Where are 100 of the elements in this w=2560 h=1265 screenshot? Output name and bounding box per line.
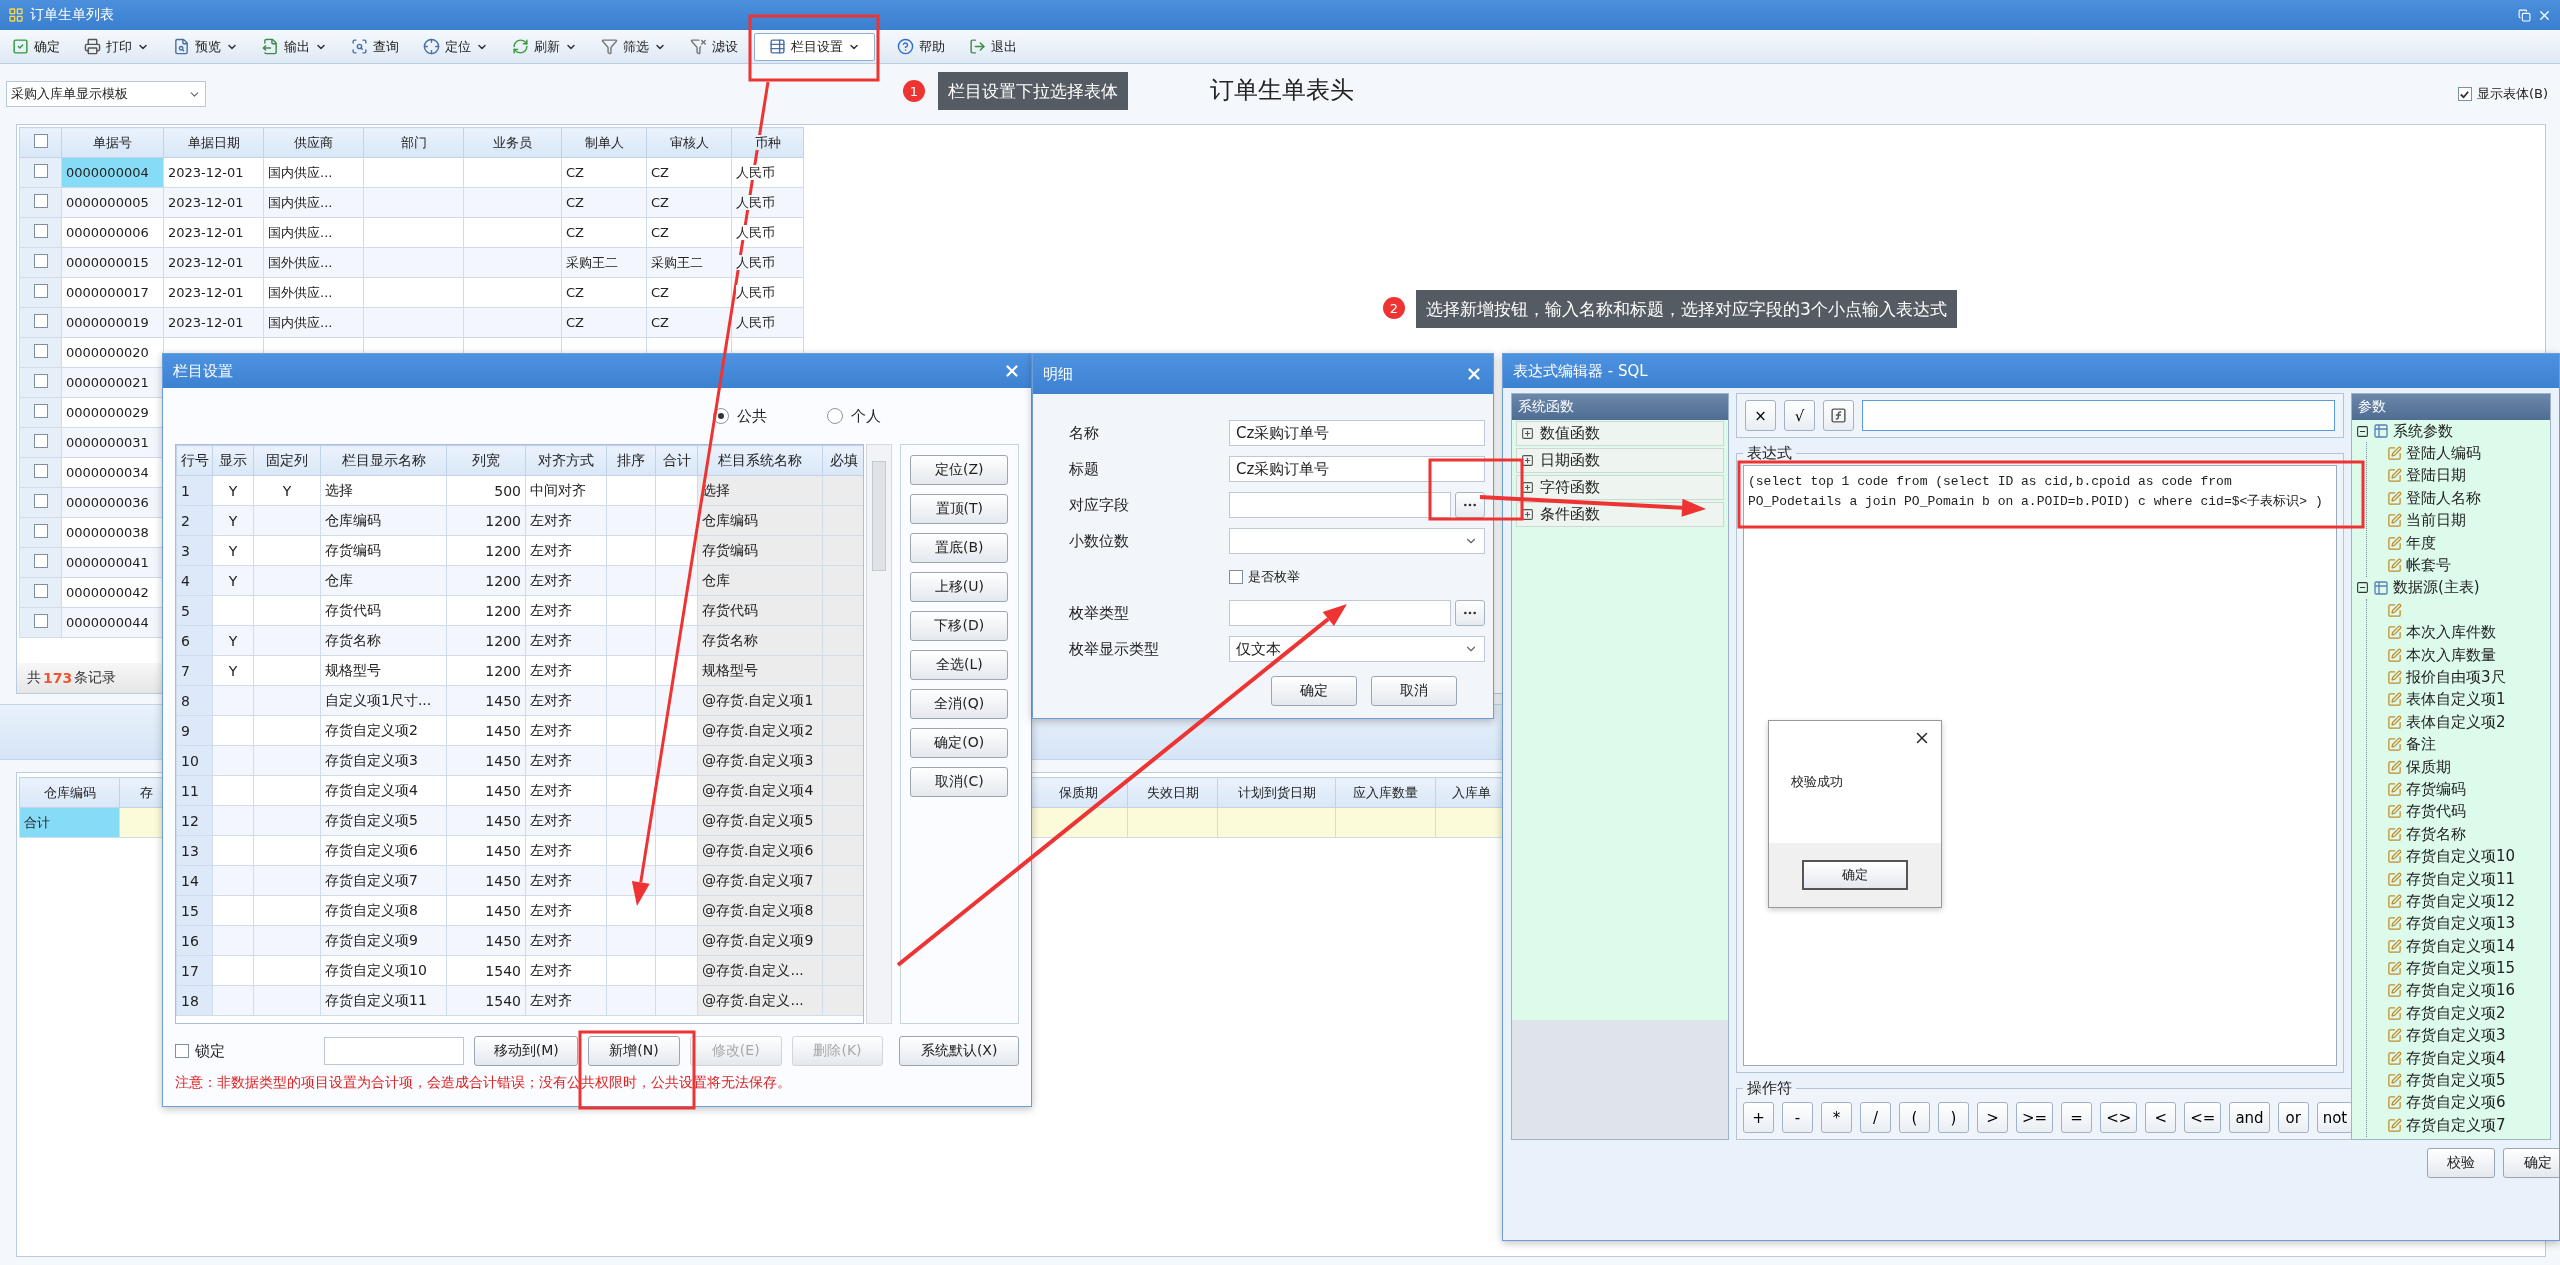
tree-item[interactable]: 登陆日期	[2406, 466, 2466, 486]
function-group[interactable]: 日期函数	[1516, 448, 1724, 473]
tree-item[interactable]: 存货自定义项2	[2406, 1003, 2506, 1023]
function-button[interactable]	[1823, 400, 1854, 431]
table-cell[interactable]: 0000000017	[61, 277, 164, 308]
restore-icon[interactable]	[2518, 8, 2531, 22]
checkbox[interactable]	[33, 494, 48, 508]
text-field[interactable]: Cz采购订单号	[1229, 456, 1485, 482]
toolbar-button[interactable]: 退出	[961, 32, 1025, 61]
function-group[interactable]: 数值函数	[1516, 421, 1724, 446]
template-dropdown[interactable]: 采购入库单显示模板	[6, 81, 206, 107]
tree-item[interactable]: 存货自定义项14	[2406, 936, 2516, 956]
dialog-button[interactable]: 移动到(M)	[474, 1036, 579, 1066]
tree-item[interactable]: 表体自定义项2	[2406, 712, 2506, 732]
table-cell[interactable]: 0000000019	[61, 307, 164, 338]
table-cell[interactable]: 0000000036	[61, 487, 164, 518]
dialog-button[interactable]: 定位(Z)	[910, 455, 1009, 485]
checkbox[interactable]	[33, 404, 48, 418]
dialog-button[interactable]: 系统默认(X)	[899, 1036, 1019, 1066]
operator-button[interactable]: *	[1821, 1102, 1852, 1133]
browse-button[interactable]	[1455, 492, 1485, 518]
operator-button[interactable]: (	[1899, 1102, 1930, 1133]
table-cell[interactable]: 0000000005	[61, 187, 164, 218]
dropdown-field[interactable]: 仅文本	[1229, 636, 1485, 662]
checkbox[interactable]	[33, 434, 48, 448]
dialog-button[interactable]: 新增(N)	[588, 1036, 680, 1066]
toolbar-button[interactable]: 刷新	[504, 32, 585, 61]
dialog-button[interactable]: 确定	[2503, 1148, 2559, 1178]
operator-button[interactable]: >=	[2016, 1102, 2054, 1133]
operator-button[interactable]: =	[2061, 1102, 2093, 1133]
tree-item[interactable]: 本次入库件数	[2406, 623, 2496, 643]
dialog-button[interactable]: 校验	[2427, 1148, 2495, 1178]
checkbox[interactable]	[33, 464, 48, 478]
tree-item[interactable]: 报价自由项3尺	[2406, 668, 2506, 687]
dialog-button[interactable]: 全消(Q)	[910, 689, 1009, 719]
tree-item[interactable]: 存货自定义项7	[2406, 1115, 2506, 1135]
dialog-button[interactable]: 置底(B)	[910, 533, 1009, 563]
tree-item[interactable]: 数据源(主表)	[2393, 578, 2480, 598]
text-field[interactable]: Cz采购订单号	[1229, 420, 1485, 446]
function-group[interactable]: 字符函数	[1516, 475, 1724, 500]
table-cell[interactable]: 0000000004	[61, 157, 164, 188]
toolbar-button[interactable]: 预览	[165, 32, 246, 61]
tree-item[interactable]: 存货自定义项6	[2406, 1093, 2506, 1113]
tree-item[interactable]: 存货自定义项12	[2406, 891, 2516, 911]
checkbox[interactable]	[33, 164, 48, 178]
tree-item[interactable]: 存货编码	[2406, 779, 2466, 799]
table-cell[interactable]: 0000000041	[61, 547, 164, 578]
table-cell[interactable]: 0000000021	[61, 367, 164, 398]
operator-button[interactable]: <	[2145, 1102, 2177, 1133]
dropdown-field[interactable]	[1229, 528, 1485, 554]
operator-button[interactable]: /	[1860, 1102, 1891, 1133]
dialog-button[interactable]: 置顶(T)	[910, 494, 1009, 524]
table-cell[interactable]: 0000000038	[61, 517, 164, 548]
radio-button[interactable]	[827, 408, 843, 424]
checkbox[interactable]	[33, 554, 48, 568]
tool-button[interactable]: √	[1784, 400, 1815, 431]
tree-item[interactable]: 登陆人名称	[2406, 488, 2481, 508]
dialog-button[interactable]: 确定	[1271, 676, 1357, 706]
dialog-button[interactable]: 全选(L)	[910, 650, 1009, 680]
tree-item[interactable]: 存货自定义项10	[2406, 847, 2516, 867]
operator-button[interactable]: <>	[2100, 1102, 2138, 1133]
table-cell[interactable]: 0000000020	[61, 337, 164, 368]
toolbar-button[interactable]: 栏目设置	[754, 32, 875, 61]
checkbox[interactable]	[33, 344, 48, 358]
checkbox[interactable]	[33, 314, 48, 328]
checkbox[interactable]	[33, 254, 48, 268]
operator-button[interactable]: -	[1782, 1102, 1813, 1133]
operator-button[interactable]: or	[2277, 1102, 2309, 1133]
dialog-button[interactable]: 下移(D)	[910, 611, 1009, 641]
dialog-button[interactable]: 确定(O)	[910, 728, 1009, 758]
toolbar-button[interactable]: 确定	[4, 32, 68, 61]
tree-item[interactable]: 系统参数	[2393, 421, 2453, 441]
tree-item[interactable]: 存货自定义项3	[2406, 1026, 2506, 1046]
tree-item[interactable]: 当前日期	[2406, 511, 2466, 531]
checkbox[interactable]	[33, 584, 48, 598]
operator-button[interactable]: <=	[2184, 1102, 2222, 1133]
toolbar-button[interactable]: 滤设	[682, 32, 746, 61]
checkbox[interactable]	[2457, 87, 2472, 101]
checkbox[interactable]	[1229, 570, 1243, 584]
table-cell[interactable]: 0000000044	[61, 607, 164, 638]
toolbar-button[interactable]: 打印	[76, 32, 157, 61]
tree-item[interactable]: 存货自定义项15	[2406, 959, 2516, 979]
checkbox[interactable]	[33, 134, 48, 148]
table-cell[interactable]: 0000000042	[61, 577, 164, 608]
tree-item[interactable]: 保质期	[2406, 757, 2451, 777]
table-cell[interactable]: 0000000029	[61, 397, 164, 428]
table-cell[interactable]: 0000000006	[61, 217, 164, 248]
tree-item[interactable]: 表体自定义项1	[2406, 690, 2506, 710]
tree-item[interactable]: 存货自定义项5	[2406, 1071, 2506, 1090]
dialog-button[interactable]: 上移(U)	[910, 572, 1009, 602]
tree-item[interactable]: 存货名称	[2406, 824, 2466, 844]
operator-button[interactable]: +	[1743, 1102, 1774, 1133]
checkbox[interactable]	[33, 194, 48, 208]
checkbox[interactable]	[33, 614, 48, 628]
collapse-icon[interactable]	[2356, 424, 2369, 438]
operator-button[interactable]: >	[1977, 1102, 2008, 1133]
table-cell[interactable]: 0000000015	[61, 247, 164, 278]
tree-item[interactable]: 年度	[2406, 533, 2436, 553]
tree-item[interactable]: 存货自定义项13	[2406, 914, 2516, 934]
checkbox[interactable]	[33, 224, 48, 238]
